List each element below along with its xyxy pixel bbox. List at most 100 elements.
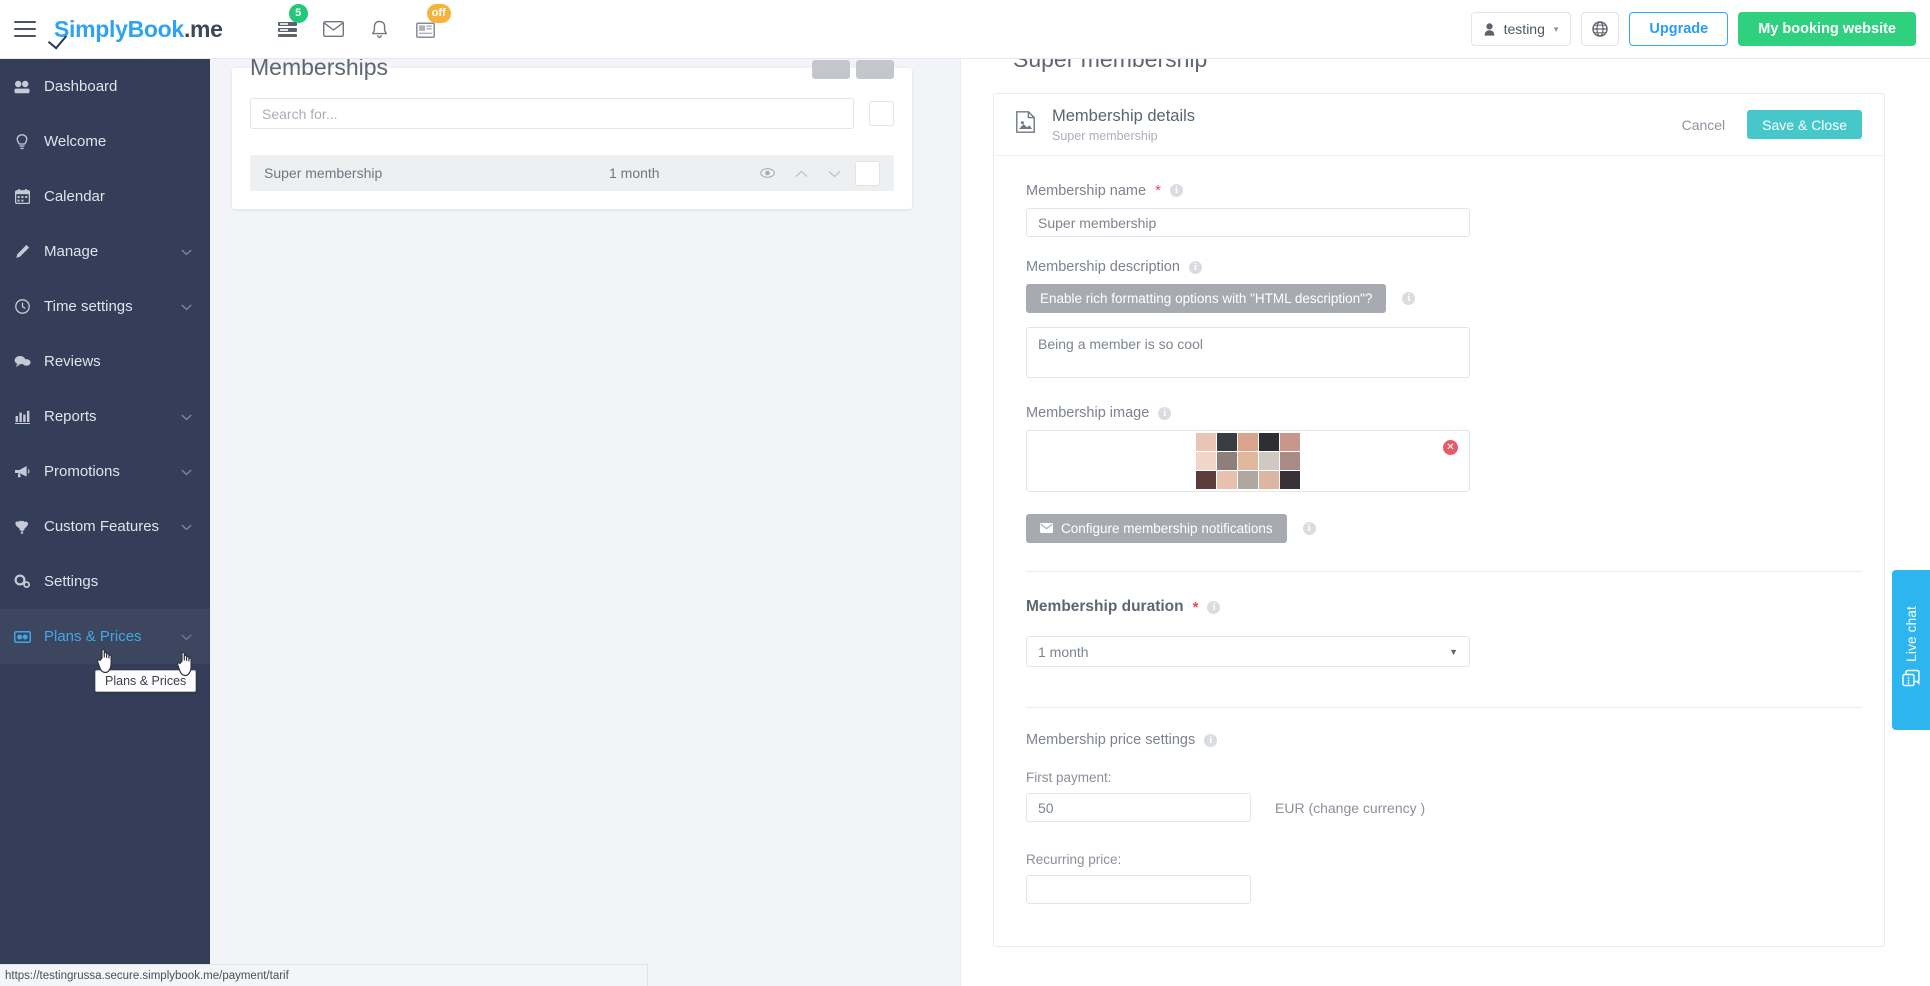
sidebar-item-plans-and-prices[interactable]: Plans & Prices <box>0 609 210 664</box>
sidebar-label: Manage <box>44 243 99 260</box>
header-icon-group: 5 off <box>265 0 451 59</box>
sidebar-item-settings[interactable]: Settings <box>0 554 210 609</box>
upgrade-button[interactable]: Upgrade <box>1629 12 1729 46</box>
eye-icon[interactable] <box>760 165 775 181</box>
info-icon[interactable]: i <box>1402 292 1416 305</box>
card-title: Membership details <box>1052 107 1196 126</box>
info-icon[interactable]: i <box>1169 184 1183 197</box>
info-icon[interactable]: i <box>1188 260 1202 274</box>
my-booking-website-button[interactable]: My booking website <box>1738 12 1916 46</box>
sidebar: Dashboard Welcome Calendar Manage Time s… <box>0 59 210 974</box>
divider <box>1026 707 1862 708</box>
membership-image-box[interactable]: ✕ <box>1026 430 1470 492</box>
chevron-down-icon: ▼ <box>1449 646 1458 657</box>
sidebar-item-promotions[interactable]: Promotions <box>0 444 210 499</box>
sidebar-label: Reviews <box>44 353 101 370</box>
card-subtitle: Super membership <box>1052 128 1158 143</box>
table-row[interactable]: Super membership 1 month <box>250 155 894 191</box>
pencil-icon <box>0 244 44 259</box>
row-checkbox[interactable] <box>855 160 880 186</box>
membership-description-textarea[interactable] <box>1026 327 1470 378</box>
field-notifications: Configure membership notifications i <box>1026 514 1862 543</box>
menu-toggle-icon[interactable] <box>14 21 36 37</box>
sidebar-item-time-settings[interactable]: Time settings <box>0 279 210 334</box>
sidebar-tooltip: Plans & Prices <box>95 670 197 692</box>
bulb-icon <box>0 133 44 150</box>
envelope-icon <box>1040 521 1053 536</box>
currency-text[interactable]: EUR (change currency ) <box>1275 800 1425 816</box>
news-icon[interactable]: off <box>403 0 451 59</box>
membership-name-cell: Super membership <box>264 165 383 181</box>
info-icon[interactable]: i <box>1302 522 1316 535</box>
panel-action-button-2[interactable] <box>856 60 894 79</box>
sidebar-label: Welcome <box>44 133 107 150</box>
membership-image-label: Membership image <box>1026 405 1150 421</box>
select-all-checkbox[interactable] <box>869 101 894 126</box>
field-label: Membership name * i <box>1026 182 1862 199</box>
info-icon[interactable]: i <box>1207 600 1221 614</box>
first-payment-input[interactable] <box>1026 793 1251 822</box>
info-icon[interactable]: i <box>1158 406 1172 420</box>
puzzle-icon <box>0 520 44 534</box>
membership-duration-value: 1 month <box>1038 643 1089 660</box>
field-price-settings: Membership price settings i First paymen… <box>1026 732 1862 904</box>
first-payment-label: First payment: <box>1026 770 1112 785</box>
sidebar-label: Promotions <box>44 463 120 480</box>
sidebar-item-manage[interactable]: Manage <box>0 224 210 279</box>
card-body: Membership name * i Membership descripti… <box>994 156 1884 946</box>
memberships-panel: Memberships Super membership 1 month <box>232 54 912 209</box>
brand-blue: imply <box>69 15 128 42</box>
bell-icon[interactable] <box>357 0 403 59</box>
sidebar-label: Calendar <box>44 188 105 205</box>
membership-details-card: Membership details Super membership Canc… <box>993 93 1885 947</box>
gears-icon <box>0 574 44 589</box>
info-icon[interactable]: i <box>1204 733 1218 747</box>
row-actions <box>760 165 841 181</box>
live-chat-tab[interactable]: Live chat <box>1892 570 1930 730</box>
card-icon <box>0 630 44 643</box>
membership-image-thumbnail <box>1196 433 1300 489</box>
sidebar-item-reports[interactable]: Reports <box>0 389 210 444</box>
status-bar-url: https://testingrussa.secure.simplybook.m… <box>0 964 648 986</box>
recurring-price-input[interactable] <box>1026 875 1251 904</box>
user-menu[interactable]: testing ▾ <box>1470 12 1572 46</box>
chat-bubble-icon <box>1901 669 1921 694</box>
membership-name-input[interactable] <box>1026 208 1470 237</box>
sidebar-item-custom-features[interactable]: Custom Features <box>0 499 210 554</box>
save-and-close-button[interactable]: Save & Close <box>1747 110 1862 139</box>
sidebar-label: Time settings <box>44 298 133 315</box>
brand-logo[interactable]: Simply Book .me <box>54 16 223 43</box>
sidebar-item-calendar[interactable]: Calendar <box>0 169 210 224</box>
membership-description-label: Membership description <box>1026 259 1180 275</box>
brand-suffix: .me <box>183 15 223 42</box>
move-down-icon[interactable] <box>828 165 841 181</box>
membership-duration-select[interactable]: 1 month ▼ <box>1026 636 1470 667</box>
configure-notifications-button[interactable]: Configure membership notifications <box>1026 514 1287 543</box>
card-header: Membership details Super membership Canc… <box>994 94 1884 156</box>
membership-name-label: Membership name <box>1026 182 1147 199</box>
move-up-icon[interactable] <box>795 165 808 181</box>
membership-duration-label: Membership duration <box>1026 598 1184 615</box>
remove-image-icon[interactable]: ✕ <box>1443 440 1458 455</box>
brand-rest: Book <box>127 15 185 42</box>
sidebar-label: Custom Features <box>44 518 160 535</box>
chevron-down-icon <box>181 408 192 425</box>
field-label: Membership duration * i <box>1026 598 1862 616</box>
sidebar-item-dashboard[interactable]: Dashboard <box>0 59 210 114</box>
sidebar-item-welcome[interactable]: Welcome <box>0 114 210 169</box>
search-input[interactable] <box>250 98 854 129</box>
memberships-panel-actions <box>812 60 894 79</box>
field-membership-description: Membership description i Enable rich for… <box>1026 259 1862 383</box>
queue-icon[interactable]: 5 <box>265 0 311 59</box>
field-membership-duration: Membership duration * i 1 month ▼ <box>1026 598 1862 667</box>
sidebar-item-reviews[interactable]: Reviews <box>0 334 210 389</box>
clock-icon <box>0 299 44 314</box>
cancel-button[interactable]: Cancel <box>1682 117 1726 133</box>
panel-action-button-1[interactable] <box>812 60 850 79</box>
field-membership-name: Membership name * i <box>1026 182 1862 237</box>
html-description-toggle-button[interactable]: Enable rich formatting options with "HTM… <box>1026 284 1387 313</box>
envelope-icon[interactable] <box>311 0 357 59</box>
language-globe-button[interactable] <box>1581 12 1620 46</box>
chat-icon <box>0 355 44 368</box>
app-root: Simply Book .me 5 off testing ▾ Upgrade … <box>0 0 1930 986</box>
